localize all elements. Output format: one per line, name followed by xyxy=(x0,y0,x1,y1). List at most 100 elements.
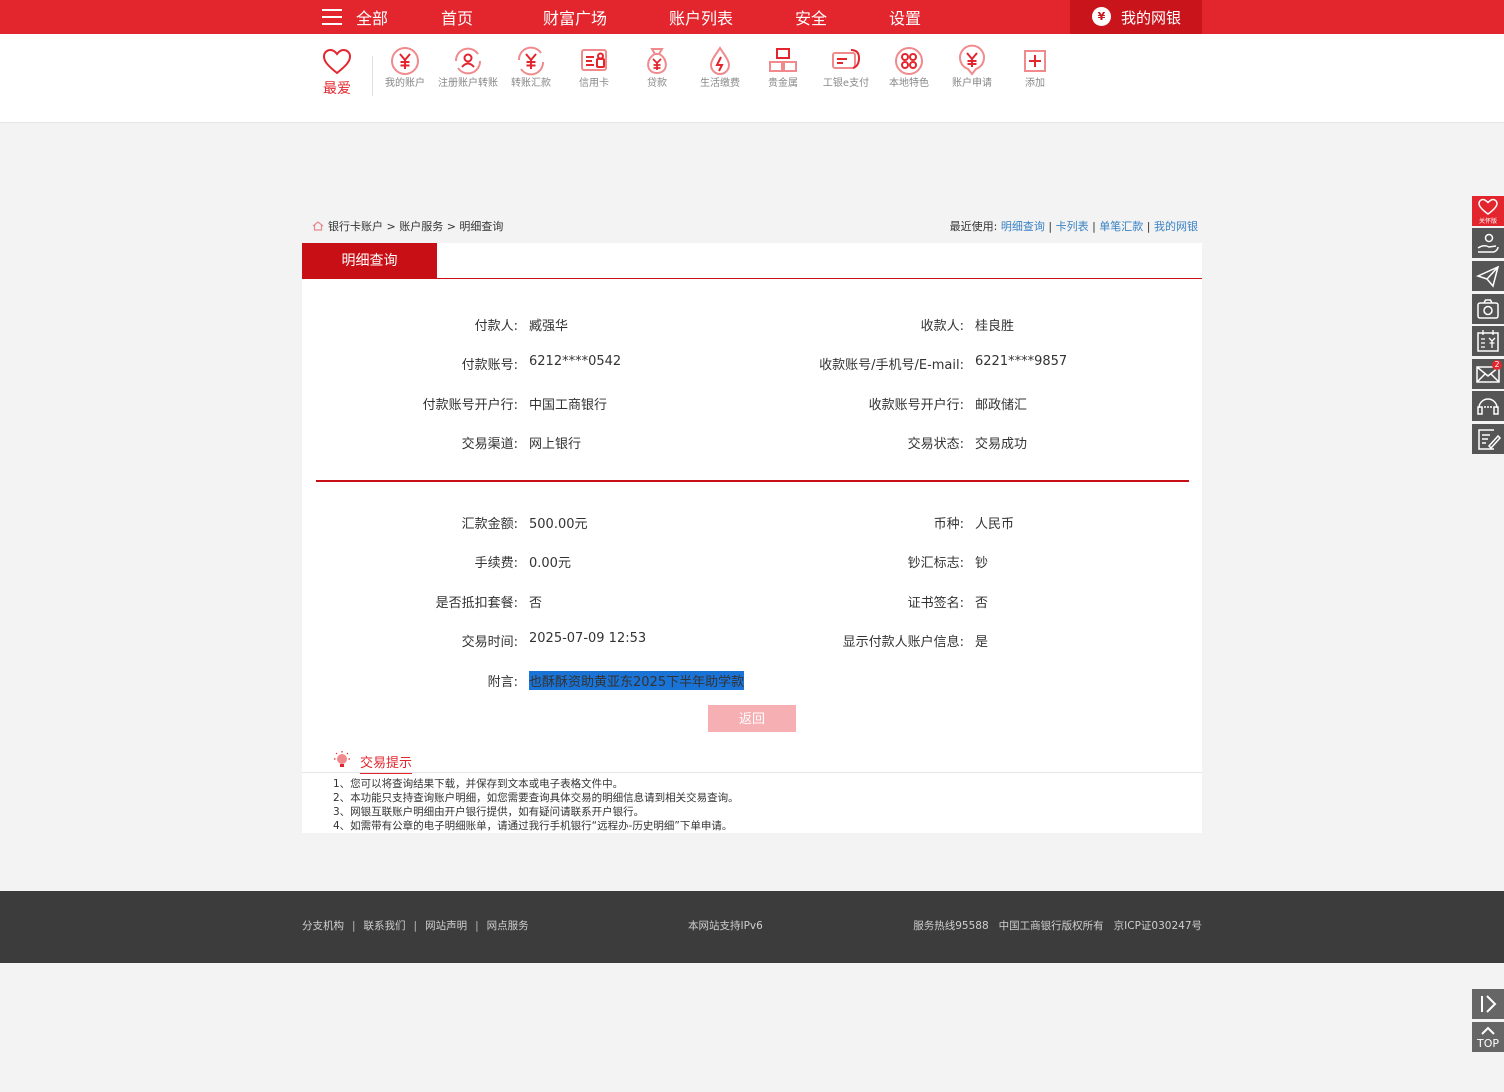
nav-settings[interactable]: 设置 xyxy=(889,5,921,29)
field-label: 付款人: xyxy=(474,319,518,334)
footer-link-statement[interactable]: 网站声明 xyxy=(425,920,467,932)
shortcut-bills[interactable]: 生活缴费 xyxy=(690,44,750,90)
recent-link-mybank[interactable]: 我的网银 xyxy=(1154,220,1198,233)
shortcut-register-transfer[interactable]: 注册账户转账 xyxy=(438,44,498,90)
shortcut-label: 贷款 xyxy=(647,78,667,89)
footer-link-contact[interactable]: 联系我们 xyxy=(364,920,406,932)
camera-icon xyxy=(1472,294,1504,324)
shortcut-label: 生活缴费 xyxy=(700,78,740,89)
field-value: 2025-07-09 12:53 xyxy=(529,631,647,646)
field-label: 币种: xyxy=(933,517,964,532)
tab-detail-query[interactable]: 明细查询 xyxy=(302,243,437,279)
field-value: 臧强华 xyxy=(529,319,569,334)
shortcut-bar: 最爱 我的账户 注册账户转账 转账汇款 信用卡 贷款 生活缴费 贵金属 工银e支… xyxy=(0,34,1504,123)
nav-account-list[interactable]: 账户列表 xyxy=(669,5,733,29)
field-label: 手续费: xyxy=(474,556,518,571)
field-value: 是 xyxy=(975,635,989,650)
footer-sep: | xyxy=(352,920,356,932)
footer-ipv6: 本网站支持IPv6 xyxy=(688,920,763,932)
tips-panel: 交易提示 1、您可以将查询结果下载，并保存到文本或电子表格文件中。 2、本功能只… xyxy=(302,738,1202,833)
footer-links: 分支机构 | 联系我们 | 网站声明 | 网点服务 xyxy=(302,918,529,933)
field-label: 收款账号开户行: xyxy=(868,398,964,413)
side-mail[interactable]: 2 xyxy=(1472,359,1504,389)
hand-service-icon xyxy=(1472,228,1504,258)
calendar-yen-icon xyxy=(1472,326,1504,356)
breadcrumb-path[interactable]: 银行卡账户 > 账户服务 > 明细查询 xyxy=(328,220,503,233)
menu-icon[interactable] xyxy=(322,9,342,25)
field-label: 交易渠道: xyxy=(461,437,518,452)
recent-link-cards[interactable]: 卡列表 xyxy=(1056,220,1089,233)
field-value: 否 xyxy=(529,596,543,611)
heart-icon xyxy=(322,48,352,75)
nav-wealth[interactable]: 财富广场 xyxy=(543,5,607,29)
my-bank-button[interactable]: ¥ 我的网银 xyxy=(1070,0,1202,34)
shortcut-label: 我的账户 xyxy=(385,78,425,89)
field-value: 网上银行 xyxy=(529,437,582,452)
shortcut-loan[interactable]: 贷款 xyxy=(627,44,687,90)
care-heart-icon xyxy=(1478,198,1498,215)
shortcut-epay[interactable]: 工银e支付 xyxy=(816,44,876,90)
tip-item: 4、如需带有公章的电子明细账单，请通过我行手机银行“远程办-历史明细”下单申请。 xyxy=(333,820,733,832)
shortcut-precious-metal[interactable]: 贵金属 xyxy=(753,44,813,90)
field-label: 收款人: xyxy=(920,319,964,334)
field-value[interactable]: 也酥酥资助黄亚东2025下半年助学款 xyxy=(529,671,745,690)
apply-icon xyxy=(959,44,985,76)
side-send[interactable] xyxy=(1472,261,1504,291)
side-feedback[interactable] xyxy=(1472,424,1504,454)
field-value: 邮政储汇 xyxy=(975,398,1028,413)
collapse-arrow-icon xyxy=(1472,989,1504,1019)
tip-item: 1、您可以将查询结果下载，并保存到文本或电子表格文件中。 xyxy=(333,778,624,790)
footer: 分支机构 | 联系我们 | 网站声明 | 网点服务 本网站支持IPv6 服务热线95588 中… xyxy=(0,891,1504,963)
footer-link-branches[interactable]: 分支机构 xyxy=(302,920,344,932)
home-icon[interactable] xyxy=(312,221,324,231)
nav-security[interactable]: 安全 xyxy=(795,5,827,29)
footer-copyright: 中国工商银行版权所有 xyxy=(998,920,1104,932)
back-button[interactable]: 返回 xyxy=(708,705,796,732)
shortcut-label: 账户申请 xyxy=(952,78,992,89)
field-value: 500.00元 xyxy=(529,517,588,532)
side-care-mode[interactable]: 关怀版 xyxy=(1472,196,1504,226)
nav-home[interactable]: 首页 xyxy=(441,5,473,29)
recent-link-detail[interactable]: 明细查询 xyxy=(1001,220,1045,233)
footer-link-outlets[interactable]: 网点服务 xyxy=(487,920,529,932)
tip-item: 3、网银互联账户明细由开户银行提供，如有疑问请联系开户银行。 xyxy=(333,806,645,818)
shortcut-my-account[interactable]: 我的账户 xyxy=(375,44,435,90)
favorite-shortcut[interactable]: 最爱 xyxy=(313,46,361,98)
drop-icon xyxy=(709,46,731,75)
shortcut-apply[interactable]: 账户申请 xyxy=(942,44,1002,90)
credit-card-icon xyxy=(581,49,607,71)
tab-underline xyxy=(302,278,1202,279)
shortcut-local[interactable]: 本地特色 xyxy=(879,44,939,90)
side-camera[interactable] xyxy=(1472,294,1504,324)
footer-info: 服务热线95588 中国工商银行版权所有 京ICP证030247号 xyxy=(903,918,1202,933)
field-label: 汇款金额: xyxy=(461,517,518,532)
side-calendar[interactable] xyxy=(1472,326,1504,356)
tips-list: 1、您可以将查询结果下载，并保存到文本或电子表格文件中。 2、本功能只支持查询账… xyxy=(333,777,739,833)
back-to-top-button[interactable]: TOP xyxy=(1472,1022,1504,1052)
footer-hotline: 服务热线95588 xyxy=(913,920,989,932)
side-collapse[interactable] xyxy=(1472,989,1504,1019)
recent-link-remit[interactable]: 单笔汇款 xyxy=(1099,220,1143,233)
headset-icon xyxy=(1472,391,1504,421)
breadcrumb: 银行卡账户 > 账户服务 > 明细查询 xyxy=(312,218,503,234)
side-support[interactable] xyxy=(1472,391,1504,421)
edit-note-icon xyxy=(1472,424,1504,454)
epay-icon xyxy=(832,49,861,69)
tips-divider xyxy=(302,772,1202,773)
footer-icp: 京ICP证030247号 xyxy=(1113,920,1202,932)
shortcut-label: 本地特色 xyxy=(889,78,929,89)
recent-label: 最近使用: xyxy=(949,220,998,233)
side-service[interactable] xyxy=(1472,228,1504,258)
field-value: 交易成功 xyxy=(975,437,1028,452)
field-value: 6221****9857 xyxy=(975,354,1068,369)
shortcut-label: 注册账户转账 xyxy=(438,78,498,89)
nav-all[interactable]: 全部 xyxy=(356,5,388,29)
shortcut-transfer[interactable]: 转账汇款 xyxy=(501,44,561,90)
gold-bars-icon xyxy=(769,48,797,72)
shortcut-credit-card[interactable]: 信用卡 xyxy=(564,44,624,90)
shortcut-add[interactable]: 添加 xyxy=(1005,44,1065,90)
recent-used: 最近使用: 明细查询 | 卡列表 | 单笔汇款 | 我的网银 xyxy=(949,220,1198,233)
field-label: 收款账号/手机号/E-mail: xyxy=(819,358,964,373)
field-label: 付款账号: xyxy=(461,358,518,373)
top-label: TOP xyxy=(1476,1037,1499,1050)
